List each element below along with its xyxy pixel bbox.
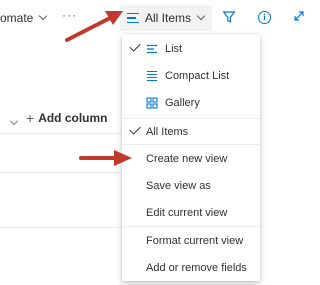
info-icon[interactable]: i — [258, 11, 271, 24]
view-selector-label: All Items — [145, 11, 192, 25]
menu-item-label: Edit current view — [146, 206, 228, 219]
filter-icon[interactable] — [222, 10, 236, 24]
more-options-button[interactable]: ··· — [62, 8, 77, 22]
menu-item-label: Gallery — [165, 96, 200, 109]
checkmark-icon — [129, 40, 141, 52]
menu-item-save-view-as[interactable]: Save view as — [122, 172, 260, 199]
menu-item-format-current-view[interactable]: Format current view — [122, 227, 260, 254]
checkmark-icon — [129, 123, 141, 135]
plus-icon: + — [26, 110, 35, 126]
menu-item-compact-list[interactable]: Compact List — [122, 62, 260, 89]
menu-item-edit-current-view[interactable]: Edit current view — [122, 199, 260, 226]
menu-item-list[interactable]: List — [122, 35, 260, 62]
column-menu-button[interactable] — [4, 111, 19, 129]
add-column-label: Add column — [38, 111, 108, 125]
compact-list-icon — [147, 70, 157, 82]
menu-item-gallery[interactable]: Gallery — [122, 89, 260, 116]
chevron-down-icon — [39, 11, 48, 21]
automate-label: omate — [0, 11, 34, 25]
add-column-button[interactable]: + Add column — [26, 110, 108, 126]
menu-item-label: Compact List — [165, 69, 230, 82]
chevron-down-icon — [9, 116, 19, 126]
row-divider — [0, 227, 122, 228]
menu-item-label: Add or remove fields — [146, 261, 247, 274]
menu-item-label: Format current view — [146, 234, 244, 247]
menu-item-create-new-view[interactable]: Create new view — [122, 145, 260, 172]
menu-item-label: List — [165, 42, 183, 55]
menu-item-label: Save view as — [146, 179, 211, 192]
gallery-icon — [146, 97, 158, 109]
row-divider — [0, 133, 122, 134]
automate-button[interactable]: omate — [0, 11, 48, 25]
menu-item-all-items[interactable]: All Items — [122, 118, 260, 145]
chevron-down-icon — [196, 11, 206, 21]
view-menu: List Compact List Gallery All Items Crea… — [122, 34, 260, 281]
view-selector-button[interactable]: All Items — [120, 5, 212, 31]
expand-icon[interactable] — [291, 8, 307, 24]
command-bar: omate ··· All Items i — [0, 0, 307, 38]
row-divider — [0, 172, 122, 173]
menu-item-add-remove-fields[interactable]: Add or remove fields — [122, 254, 260, 281]
list-view-icon — [127, 13, 139, 23]
menu-item-label: Create new view — [146, 152, 228, 165]
list-icon — [147, 44, 157, 54]
menu-item-label: All Items — [146, 125, 189, 138]
